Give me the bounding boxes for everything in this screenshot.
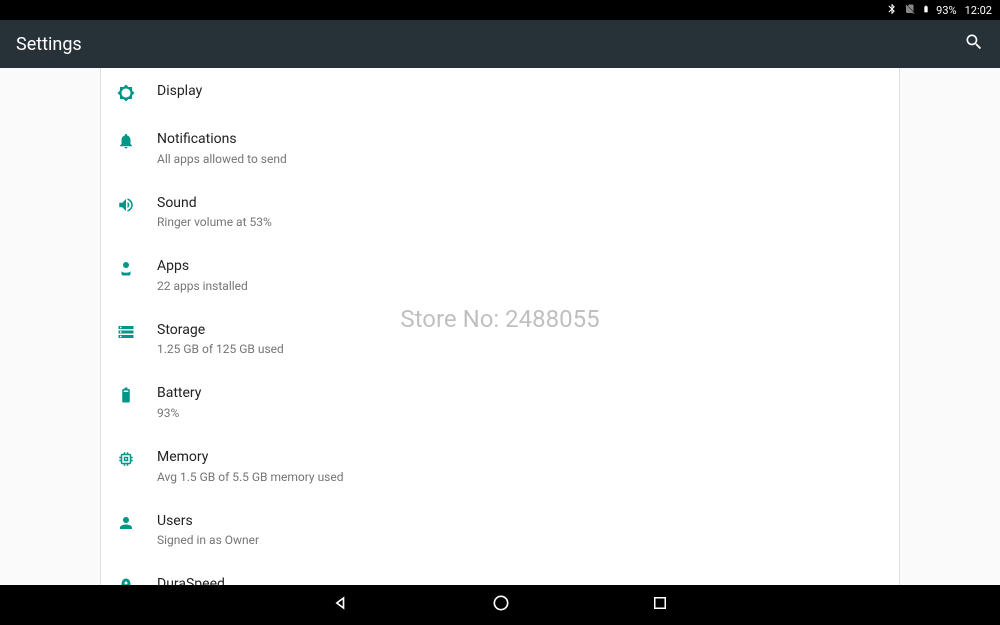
settings-item-duraspeed[interactable]: DuraSpeed OFF (101, 561, 899, 585)
home-button[interactable] (491, 593, 511, 617)
item-title: Apps (157, 257, 883, 277)
sim-off-icon (904, 3, 916, 18)
content-area: Display Notifications All apps allowed t… (0, 68, 1000, 585)
recents-button[interactable] (651, 594, 669, 616)
app-bar: Settings (0, 20, 1000, 68)
item-subtitle: Avg 1.5 GB of 5.5 GB memory used (157, 470, 883, 484)
display-icon (117, 82, 157, 102)
settings-item-apps[interactable]: Apps 22 apps installed (101, 243, 899, 307)
item-subtitle: Ringer volume at 53% (157, 215, 883, 229)
item-title: Sound (157, 194, 883, 214)
item-title: Memory (157, 448, 883, 468)
back-icon (331, 593, 351, 613)
item-title: Notifications (157, 130, 883, 150)
navigation-bar (0, 585, 1000, 625)
storage-icon (117, 321, 157, 341)
settings-item-sound[interactable]: Sound Ringer volume at 53% (101, 180, 899, 244)
bluetooth-icon (886, 3, 898, 18)
item-title: Display (157, 82, 883, 102)
back-button[interactable] (331, 593, 351, 617)
settings-item-notifications[interactable]: Notifications All apps allowed to send (101, 116, 899, 180)
item-subtitle: Signed in as Owner (157, 533, 883, 547)
status-bar: 93% 12:02 (0, 0, 1000, 20)
item-title: Battery (157, 384, 883, 404)
item-subtitle: All apps allowed to send (157, 152, 883, 166)
item-title: DuraSpeed (157, 575, 883, 585)
item-subtitle: 22 apps installed (157, 279, 883, 293)
clock: 12:02 (965, 4, 992, 17)
volume-icon (117, 194, 157, 214)
search-icon (964, 32, 984, 52)
settings-list: Display Notifications All apps allowed t… (100, 68, 900, 585)
settings-item-storage[interactable]: Storage 1.25 GB of 125 GB used (101, 307, 899, 371)
item-title: Storage (157, 321, 883, 341)
settings-item-memory[interactable]: Memory Avg 1.5 GB of 5.5 GB memory used (101, 434, 899, 498)
bell-icon (117, 130, 157, 150)
page-title: Settings (16, 34, 82, 55)
settings-item-users[interactable]: Users Signed in as Owner (101, 498, 899, 562)
battery-percentage: 93% (936, 4, 956, 17)
apps-icon (117, 257, 157, 277)
memory-icon (117, 448, 157, 468)
rocket-icon (117, 575, 157, 585)
search-button[interactable] (964, 32, 984, 56)
settings-item-display[interactable]: Display (101, 68, 899, 116)
home-icon (491, 593, 511, 613)
item-title: Users (157, 512, 883, 532)
settings-item-battery[interactable]: Battery 93% (101, 370, 899, 434)
item-subtitle: 1.25 GB of 125 GB used (157, 342, 883, 356)
battery-icon (922, 3, 930, 18)
recents-icon (651, 594, 669, 612)
person-icon (117, 512, 157, 532)
battery-item-icon (117, 384, 157, 404)
item-subtitle: 93% (157, 406, 883, 420)
